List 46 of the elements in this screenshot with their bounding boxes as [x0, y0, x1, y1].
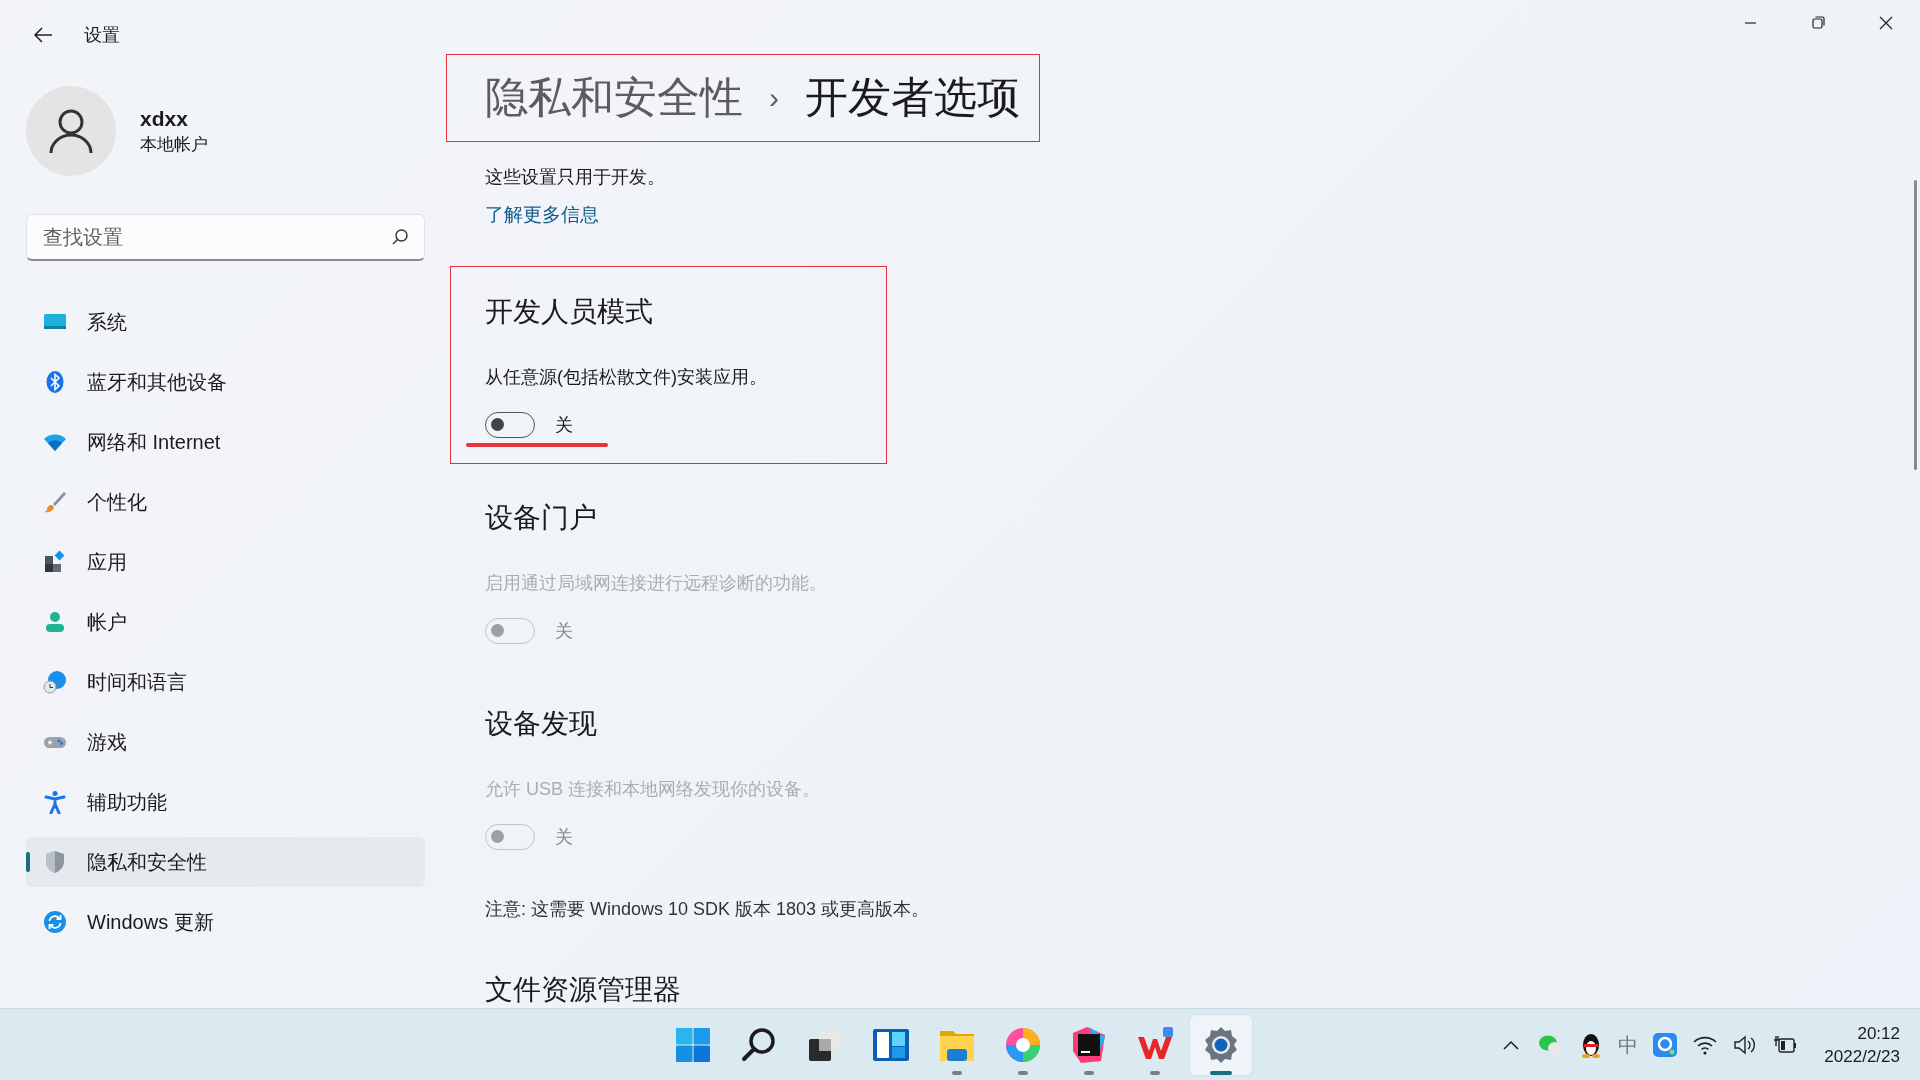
brush-icon — [43, 490, 67, 514]
breadcrumb-separator: › — [769, 81, 779, 115]
section-description: 启用通过局域网连接进行远程诊断的功能。 — [485, 572, 828, 595]
window-title: 设置 — [84, 24, 120, 47]
apps-icon — [43, 550, 67, 574]
section-heading: 文件资源管理器 — [485, 973, 682, 1007]
page-title: 开发者选项 — [805, 72, 1020, 123]
toggle-label: 关 — [555, 826, 573, 849]
clock-time[interactable]: 20:12 — [1824, 1022, 1900, 1045]
globe-clock-icon — [43, 670, 67, 694]
sidebar-item[interactable]: 系统 — [26, 297, 425, 347]
account-type: 本地帐户 — [140, 133, 208, 156]
section-heading: 开发人员模式 — [485, 295, 654, 329]
sidebar-item[interactable]: 游戏 — [26, 717, 425, 767]
app-icon[interactable] — [1652, 1032, 1679, 1058]
breadcrumb-parent[interactable]: 隐私和安全性 — [485, 69, 743, 127]
color-swirl-icon — [1003, 1025, 1043, 1065]
search-icon[interactable] — [391, 228, 409, 246]
sidebar-item[interactable]: 帐户 — [26, 597, 425, 647]
sidebar-item[interactable]: 辅助功能 — [26, 777, 425, 827]
sidebar-item[interactable]: 应用 — [26, 537, 425, 587]
clock-date[interactable]: 2022/2/23 — [1824, 1045, 1900, 1068]
section-description: 允许 USB 连接和本地网络发现你的设备。 — [485, 778, 821, 801]
sync-icon — [43, 910, 67, 934]
toggle-label: 关 — [555, 414, 573, 437]
shield-icon — [43, 850, 67, 874]
sidebar-item[interactable]: 网络和 Internet — [26, 417, 425, 467]
section-heading: 设备门户 — [485, 501, 598, 535]
sidebar-item[interactable]: Windows 更新 — [26, 897, 425, 947]
windows-logo-icon — [673, 1025, 713, 1065]
account-name: xdxx — [140, 106, 189, 131]
sidebar-item[interactable]: 蓝牙和其他设备 — [26, 357, 425, 407]
sidebar-item[interactable]: 时间和语言 — [26, 657, 425, 707]
toggle-label: 关 — [555, 620, 573, 643]
accessibility-icon — [43, 790, 67, 814]
section-heading: 设备发现 — [485, 707, 598, 741]
intro-text: 这些设置只用于开发。 — [485, 166, 666, 189]
input-method-indicator[interactable]: 中 — [1618, 1031, 1639, 1059]
note-text: 注意: 这需要 Windows 10 SDK 版本 1803 或更高版本。 — [485, 898, 931, 921]
person-icon — [43, 610, 67, 634]
learn-more-link[interactable]: 了解更多信息 — [485, 202, 599, 228]
sidebar-item[interactable]: 个性化 — [26, 477, 425, 527]
scrollbar[interactable] — [1914, 180, 1917, 470]
search-field[interactable]: 查找设置 — [26, 214, 425, 261]
section-description: 从任意源(包括松散文件)安装应用。 — [485, 366, 768, 389]
sidebar-item[interactable]: 隐私和安全性 — [26, 837, 425, 887]
